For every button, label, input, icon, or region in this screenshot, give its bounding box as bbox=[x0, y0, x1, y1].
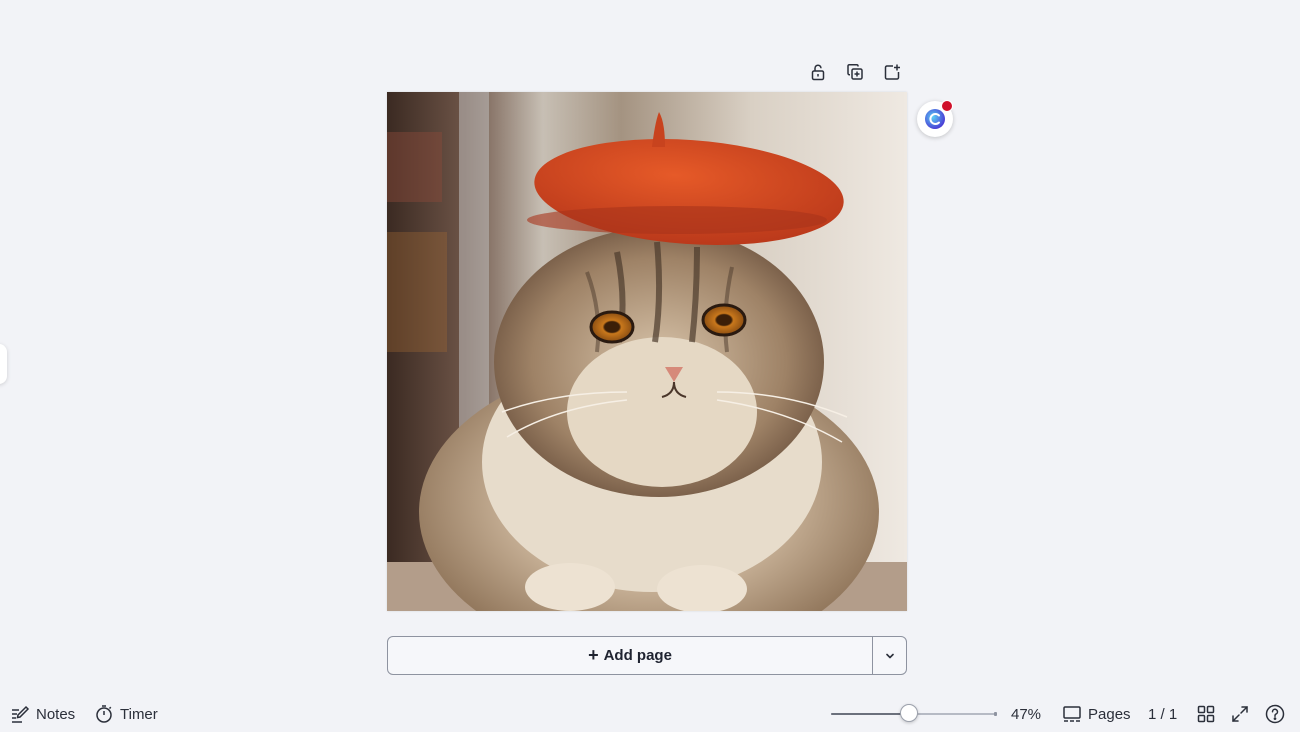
add-page-group: + Add page bbox=[387, 636, 907, 675]
zoom-value[interactable]: 47% bbox=[1011, 698, 1041, 730]
page-count: 1 / 1 bbox=[1148, 705, 1178, 723]
side-panel-toggle[interactable] bbox=[0, 344, 7, 384]
notes-label: Notes bbox=[36, 705, 76, 723]
help-button[interactable] bbox=[1264, 703, 1286, 725]
page-toolbar bbox=[806, 60, 904, 84]
assistant-button[interactable] bbox=[917, 100, 953, 137]
add-page-icon[interactable] bbox=[880, 60, 904, 84]
timer-label: Timer bbox=[120, 705, 158, 723]
notification-dot bbox=[941, 100, 953, 112]
timer-icon bbox=[96, 705, 112, 723]
zoom-fill bbox=[831, 713, 909, 715]
duplicate-page-icon[interactable] bbox=[843, 60, 867, 84]
bottom-status-bar: Notes Timer 47% Pages 1 / 1 bbox=[0, 698, 1300, 730]
pages-label: Pages bbox=[1088, 705, 1131, 723]
help-icon bbox=[1265, 704, 1285, 724]
add-page-label: Add page bbox=[603, 647, 672, 664]
chevron-down-icon bbox=[885, 653, 894, 658]
grid-view-button[interactable] bbox=[1195, 703, 1217, 725]
add-page-button[interactable]: + Add page bbox=[388, 637, 873, 674]
zoom-thumb[interactable] bbox=[899, 704, 918, 722]
pages-icon bbox=[1063, 706, 1081, 722]
zoom-slider[interactable] bbox=[831, 704, 997, 722]
notes-button[interactable]: Notes bbox=[10, 698, 75, 730]
unlock-icon[interactable] bbox=[806, 60, 830, 84]
timer-button[interactable]: Timer bbox=[94, 698, 158, 730]
grid-view-icon bbox=[1197, 705, 1215, 723]
plus-icon: + bbox=[588, 645, 599, 665]
design-page-canvas[interactable] bbox=[387, 92, 907, 611]
zoom-track-end bbox=[994, 712, 997, 716]
photo-cat-beret bbox=[387, 92, 907, 611]
editor-stage: + Add page Notes Timer 47% Pages 1 / 1 bbox=[0, 0, 1300, 732]
fullscreen-icon bbox=[1232, 706, 1248, 722]
pages-button[interactable]: Pages bbox=[1062, 698, 1131, 730]
add-page-options-button[interactable] bbox=[873, 637, 906, 674]
notes-icon bbox=[12, 705, 30, 723]
fullscreen-button[interactable] bbox=[1229, 703, 1251, 725]
